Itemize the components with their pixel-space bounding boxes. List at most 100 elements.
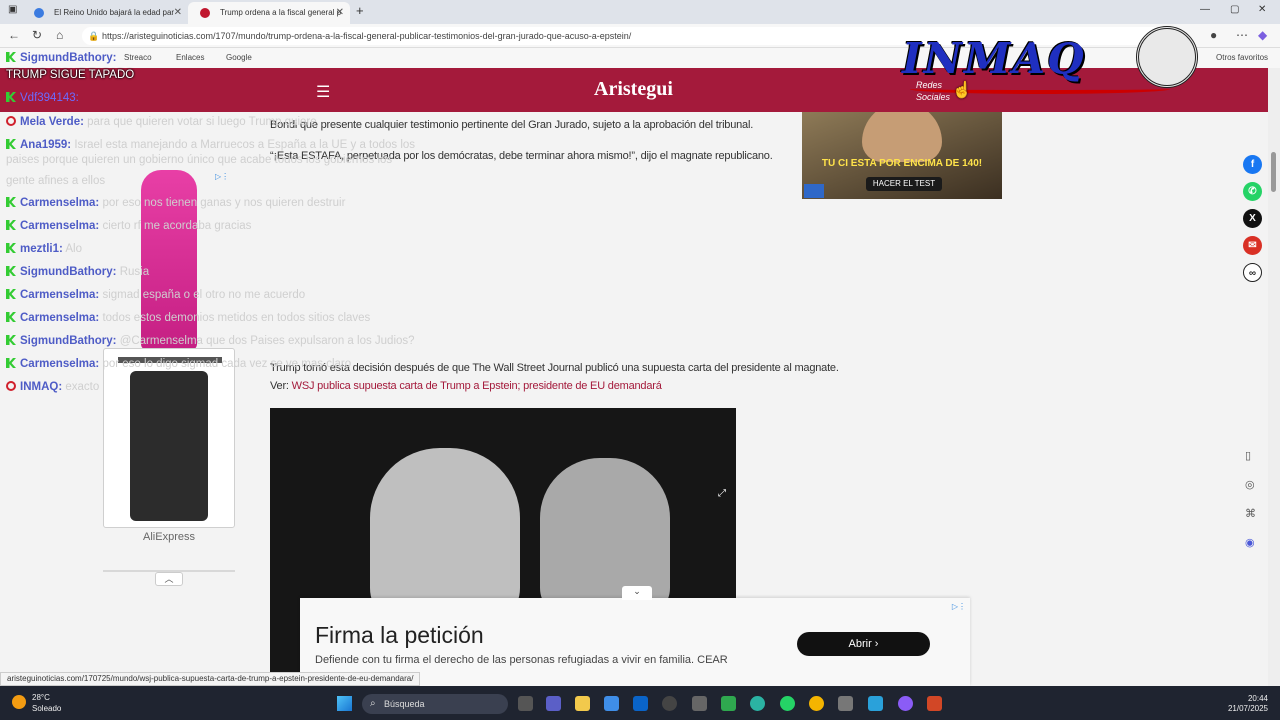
close-window-icon[interactable]: ✕	[1258, 4, 1266, 15]
chat-user: SigmundBathory:	[20, 335, 117, 347]
close-tab-icon[interactable]: ✕	[174, 2, 182, 24]
app-icon[interactable]	[692, 696, 707, 711]
chat-user: Carmenselma:	[20, 312, 100, 324]
x-icon[interactable]: X	[1243, 209, 1262, 228]
search-placeholder: Búsqueda	[384, 699, 425, 709]
petition-description: Defiende con tu firma el derecho de las …	[315, 654, 728, 666]
chevron-down-icon[interactable]: ⌄	[622, 586, 652, 600]
chat-text: todos estos demonios metidos en todos si…	[102, 312, 371, 324]
home-icon[interactable]: ⌂	[56, 28, 63, 42]
expand-icon[interactable]: ⤢	[718, 488, 726, 499]
app-icon-2[interactable]	[838, 696, 853, 711]
powerpoint-icon[interactable]	[927, 696, 942, 711]
teams-icon[interactable]	[546, 696, 561, 711]
store-icon[interactable]	[604, 696, 619, 711]
adchoices-icon[interactable]: ▷⋮	[952, 602, 966, 611]
close-tab-icon[interactable]: ✕	[336, 2, 344, 24]
kick-icon	[6, 335, 16, 345]
file-explorer-icon[interactable]	[575, 696, 590, 711]
camtasia-icon[interactable]	[721, 696, 736, 711]
obs-icon[interactable]	[662, 696, 677, 711]
maximize-icon[interactable]: ▢	[1230, 4, 1239, 15]
start-button-icon[interactable]	[337, 696, 352, 711]
chat-message: Carmenselma: todos estos demonios metido…	[6, 312, 370, 324]
pin-icon[interactable]: ◎	[1245, 478, 1255, 491]
edge-icon[interactable]	[750, 696, 765, 711]
collapse-chevron-icon[interactable]: ︿	[155, 572, 183, 586]
reader-icon[interactable]: ▯	[1245, 449, 1251, 462]
tab-menu-icon[interactable]: ▣	[8, 4, 17, 15]
chrome-icon[interactable]	[809, 696, 824, 711]
reload-icon[interactable]: ↻	[32, 28, 42, 42]
watermark-swoosh	[910, 84, 1170, 94]
chat-text: @Carmenselma que dos Paises expulsaron a…	[119, 335, 415, 347]
chat-text: para que quieren votar si luego Trump qu…	[87, 116, 317, 128]
chat-text: Alo	[65, 243, 83, 255]
chat-message: SigmundBathory: Rusia	[6, 266, 149, 278]
kick-icon	[6, 52, 16, 62]
open-label: Abrir	[848, 638, 872, 650]
telegram-icon[interactable]	[868, 696, 883, 711]
url-text: https://aristeguinoticias.com/1707/mundo…	[102, 31, 632, 41]
back-icon[interactable]: ←	[8, 28, 20, 42]
more-menu-icon[interactable]: ⋯	[1236, 28, 1248, 42]
chat-message: Carmenselma: por eso nos tienen ganas y …	[6, 197, 345, 209]
tools-icon[interactable]: ⌘	[1245, 507, 1256, 520]
chat-user: SigmundBathory:	[20, 266, 117, 278]
open-button[interactable]: Abrir ›	[797, 632, 930, 656]
copy-link-icon[interactable]: ∞	[1243, 263, 1262, 282]
site-logo[interactable]: Aristegui	[594, 78, 673, 101]
page-scrollbar[interactable]	[1268, 68, 1280, 686]
scrollbar-thumb[interactable]	[1271, 152, 1276, 192]
email-icon[interactable]: ✉	[1243, 236, 1262, 255]
whatsapp-taskbar-icon[interactable]	[780, 696, 795, 711]
system-clock[interactable]: 20:44 21/07/2025	[1222, 694, 1268, 714]
tab-uk-age[interactable]: El Reino Unido bajará la edad par ✕	[22, 2, 188, 24]
whatsapp-icon[interactable]: ✆	[1243, 182, 1262, 201]
temperature: 28°C	[32, 693, 50, 702]
ad-headline: TU CI ESTA POR ENCIMA DE 140!	[821, 158, 983, 169]
chat-message: Vdf394143:	[6, 92, 79, 104]
app-icon-3[interactable]	[898, 696, 913, 711]
chat-user: INMAQ:	[20, 381, 63, 393]
kick-icon	[6, 92, 16, 102]
other-bookmarks[interactable]: Otros favoritos	[1216, 53, 1268, 62]
outlook-icon[interactable]	[633, 696, 648, 711]
search-icon: ⌕	[370, 698, 376, 709]
clock-time: 20:44	[1247, 694, 1268, 703]
kick-icon	[6, 289, 16, 299]
task-view-icon[interactable]	[518, 696, 533, 711]
chat-text-continued: paises porque quieren un gobierno único …	[6, 154, 393, 166]
clock-date: 21/07/2025	[1227, 704, 1268, 713]
ad-corner-badge	[804, 184, 824, 198]
new-tab-icon[interactable]: +	[356, 3, 364, 18]
kick-icon	[6, 266, 16, 276]
chat-message: Ana1959: Israel esta manejando a Marruec…	[6, 139, 415, 151]
facebook-icon[interactable]: f	[1243, 155, 1262, 174]
minimize-icon[interactable]: —	[1200, 4, 1210, 15]
chat-text: por eso lo digo sigmad cada vez se ve ma…	[102, 358, 352, 370]
tab-trump-ordena[interactable]: Trump ordena a la fiscal general p ✕	[188, 2, 350, 24]
weather-condition: Soleado	[32, 704, 62, 713]
iq-test-ad[interactable]: TU CI ESTA POR ENCIMA DE 140! HACER EL T…	[802, 112, 1002, 199]
ad-cta-button[interactable]: HACER EL TEST	[866, 177, 942, 191]
watermark-seal-icon	[1136, 26, 1198, 88]
chat-text: sigmad españa o el otro no me acuerdo	[102, 289, 306, 301]
windows-taskbar: 28°C Soleado ⌕ Búsqueda 20:44 21/07/2025	[0, 686, 1280, 720]
profile-icon[interactable]: ●	[1210, 28, 1217, 42]
assistant-icon[interactable]: ◉	[1245, 536, 1255, 549]
browser-tab-bar: El Reino Unido bajará la edad par ✕ Trum…	[0, 0, 1280, 24]
kick-icon	[6, 243, 16, 253]
live-chat-overlay: SigmundBathory: TRUMP SIGUE TAPADO Vdf39…	[0, 48, 460, 398]
kick-icon	[6, 358, 16, 368]
copilot-icon[interactable]: ◆	[1258, 28, 1267, 42]
tab-title: El Reino Unido bajará la edad par	[54, 8, 175, 17]
chat-text-continued: gente afines a ellos	[6, 175, 106, 187]
chat-text: exacto	[65, 381, 100, 393]
chat-message: Mela Verde: para que quieren votar si lu…	[6, 116, 317, 128]
chat-message: Carmenselma: cierto rf me acordaba graci…	[6, 220, 251, 232]
taskbar-search[interactable]: ⌕ Búsqueda	[362, 694, 508, 714]
kick-icon	[6, 220, 16, 230]
site-favicon-icon	[200, 8, 210, 18]
inmaq-watermark-logo: INMAQ	[900, 26, 1200, 106]
